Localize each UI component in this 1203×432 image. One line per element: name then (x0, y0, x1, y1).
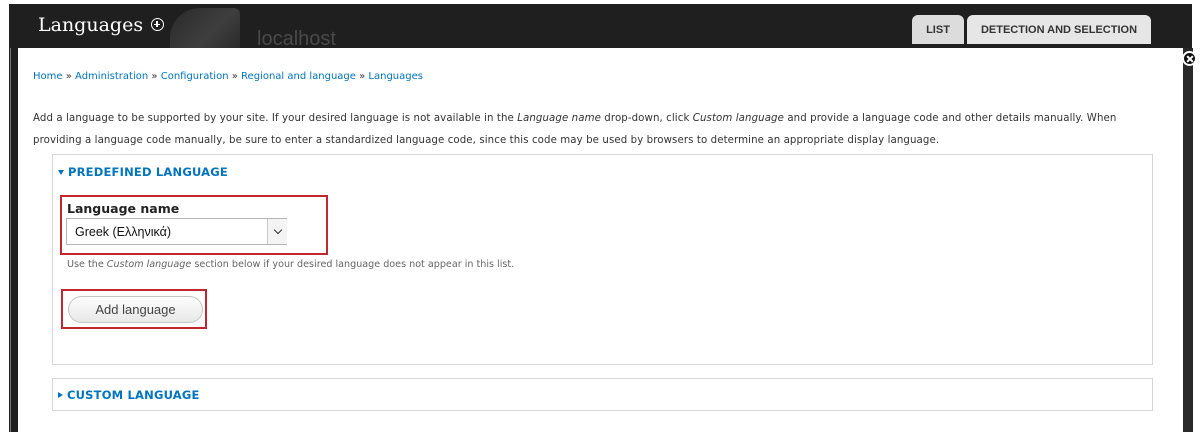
tab-list[interactable]: LIST (912, 15, 964, 44)
add-language-button[interactable]: Add language (68, 296, 203, 323)
tab-detection-and-selection[interactable]: DETECTION AND SELECTION (967, 15, 1151, 44)
breadcrumb-separator: » (359, 71, 366, 82)
custom-language-fieldset: CUSTOM LANGUAGE (52, 378, 1153, 411)
help-text-segment: Add a language to be supported by your s… (33, 113, 518, 124)
help-text-segment: drop-down, click (600, 113, 693, 124)
page-title: Languages (38, 14, 144, 36)
add-shortcut-icon[interactable] (151, 18, 164, 31)
breadcrumb-separator: » (231, 71, 238, 82)
description-segment: section below if your desired language d… (191, 259, 515, 270)
chevron-down-icon (273, 225, 282, 235)
language-name-label: Language name (67, 201, 180, 216)
select-dropdown-button[interactable] (267, 219, 287, 244)
custom-language-legend-label: CUSTOM LANGUAGE (67, 388, 200, 402)
expand-arrow-icon (58, 392, 63, 398)
predefined-language-legend-label: PREDEFINED LANGUAGE (68, 165, 228, 179)
description-emphasis: Custom language (106, 259, 192, 270)
breadcrumb-administration[interactable]: Administration (75, 71, 148, 82)
breadcrumb-regional-and-language[interactable]: Regional and language (241, 71, 356, 82)
logo-decoration (170, 8, 240, 48)
language-name-selected-value: Greek (Ελληνικά) (75, 224, 171, 239)
help-text-emphasis: Language name (517, 113, 601, 124)
language-name-select[interactable]: Greek (Ελληνικά) (66, 218, 287, 245)
language-name-description: Use the Custom language section below if… (67, 259, 514, 270)
content-left-border (10, 48, 11, 432)
description-segment: Use the (67, 259, 107, 270)
close-overlay-icon[interactable] (1182, 51, 1197, 66)
help-text-emphasis: Custom language (692, 113, 784, 124)
breadcrumb: Home » Administration » Configuration » … (33, 71, 423, 82)
primary-tabs: LIST DETECTION AND SELECTION (912, 15, 1151, 44)
predefined-language-legend[interactable]: PREDEFINED LANGUAGE (58, 165, 228, 179)
page-help-text: Add a language to be supported by your s… (33, 108, 1163, 152)
breadcrumb-languages[interactable]: Languages (368, 71, 423, 82)
custom-language-legend[interactable]: CUSTOM LANGUAGE (58, 388, 200, 402)
breadcrumb-separator: » (65, 71, 72, 82)
breadcrumb-configuration[interactable]: Configuration (161, 71, 229, 82)
breadcrumb-separator: » (151, 71, 158, 82)
breadcrumb-home[interactable]: Home (33, 71, 63, 82)
app-frame: Languages localhost LIST DETECTION AND S… (0, 0, 1203, 432)
collapse-arrow-icon (58, 169, 64, 175)
overlay-backdrop-right (1183, 48, 1193, 432)
